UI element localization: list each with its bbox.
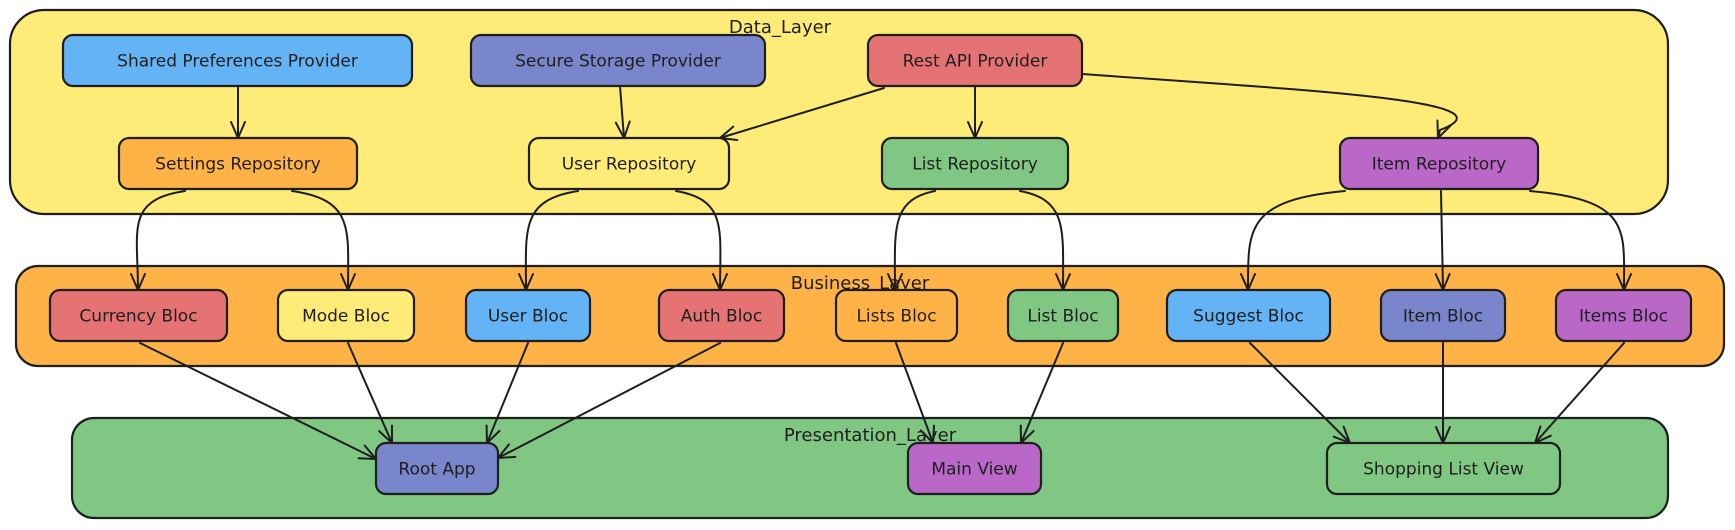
node-shared-prefs[interactable]: Shared Preferences Provider [61, 33, 414, 88]
node-main-view[interactable]: Main View [906, 441, 1043, 496]
node-settings-repo[interactable]: Settings Repository [117, 136, 359, 191]
node-shopping-list-view[interactable]: Shopping List View [1325, 441, 1562, 496]
node-label: Root App [398, 460, 475, 480]
node-user-repo[interactable]: User Repository [527, 136, 731, 191]
node-mode-bloc[interactable]: Mode Bloc [276, 288, 416, 343]
node-item-bloc[interactable]: Item Bloc [1379, 288, 1507, 343]
node-label: Items Bloc [1579, 307, 1668, 327]
node-label: List Repository [912, 155, 1038, 175]
node-list-repo[interactable]: List Repository [880, 136, 1070, 191]
node-suggest-bloc[interactable]: Suggest Bloc [1165, 288, 1332, 343]
node-label: User Repository [562, 155, 697, 175]
node-label: List Bloc [1027, 307, 1098, 327]
node-label: Auth Bloc [681, 307, 762, 327]
node-user-bloc[interactable]: User Bloc [464, 288, 592, 343]
node-item-repo[interactable]: Item Repository [1338, 136, 1540, 191]
node-auth-bloc[interactable]: Auth Bloc [657, 288, 786, 343]
node-label: Shared Preferences Provider [117, 52, 358, 72]
node-root-app[interactable]: Root App [374, 441, 500, 496]
node-items-bloc[interactable]: Items Bloc [1554, 288, 1693, 343]
node-label: User Bloc [488, 307, 568, 327]
node-label: Item Bloc [1403, 307, 1483, 327]
node-label: Rest API Provider [903, 52, 1048, 72]
node-label: Secure Storage Provider [515, 52, 721, 72]
node-secure-storage[interactable]: Secure Storage Provider [469, 33, 767, 88]
node-label: Lists Bloc [856, 307, 936, 327]
node-lists-bloc[interactable]: Lists Bloc [834, 288, 959, 343]
node-label: Shopping List View [1363, 460, 1524, 480]
architecture-diagram: Data_LayerBusiness_LayerPresentation_Lay… [8, 8, 1726, 520]
node-label: Suggest Bloc [1193, 307, 1304, 327]
node-label: Item Repository [1372, 155, 1507, 175]
node-label: Main View [931, 460, 1017, 480]
node-label: Mode Bloc [302, 307, 390, 327]
node-label: Currency Bloc [79, 307, 197, 327]
node-rest-api[interactable]: Rest API Provider [866, 33, 1084, 88]
node-list-bloc[interactable]: List Bloc [1006, 288, 1120, 343]
node-label: Settings Repository [155, 155, 321, 175]
node-currency-bloc[interactable]: Currency Bloc [48, 288, 229, 343]
